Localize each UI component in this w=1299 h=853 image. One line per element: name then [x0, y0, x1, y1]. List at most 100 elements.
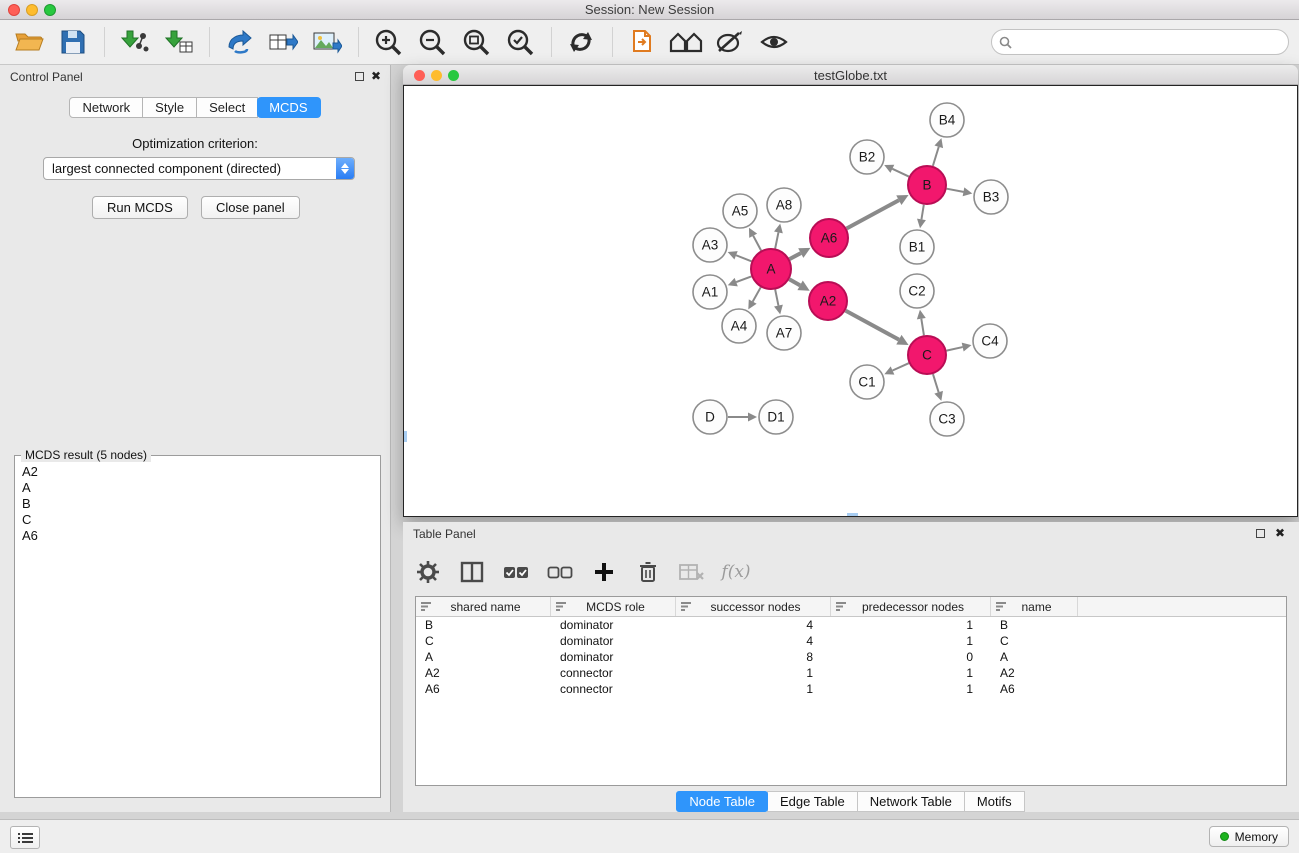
tab-motifs[interactable]: Motifs [964, 791, 1025, 812]
graph-edge-a-a2[interactable] [789, 279, 800, 285]
graph-node-a7[interactable]: A7 [767, 316, 801, 350]
result-item-a2[interactable]: A2 [17, 464, 378, 480]
export-table-button[interactable] [266, 25, 300, 59]
add-row-button[interactable] [589, 557, 619, 587]
column-header-name[interactable]: name [991, 597, 1078, 616]
graph-node-c3[interactable]: C3 [930, 402, 964, 436]
tab-network[interactable]: Network [69, 97, 143, 118]
export-network-button[interactable] [222, 25, 256, 59]
show-columns-button[interactable] [457, 557, 487, 587]
graph-node-a2[interactable]: A2 [809, 282, 847, 320]
graph-node-c1[interactable]: C1 [850, 365, 884, 399]
delete-table-button[interactable] [677, 557, 707, 587]
graph-node-c4[interactable]: C4 [973, 324, 1007, 358]
tab-edge-table[interactable]: Edge Table [767, 791, 858, 812]
duplicate-network-button[interactable] [625, 25, 659, 59]
refresh-button[interactable] [564, 25, 598, 59]
show-hide-graphics-button[interactable] [757, 25, 791, 59]
graph-edge-c-c3[interactable] [933, 374, 939, 392]
result-item-c[interactable]: C [17, 512, 378, 528]
column-header-mcds-role[interactable]: MCDS role [551, 597, 676, 616]
column-header-predecessor-nodes[interactable]: predecessor nodes [831, 597, 991, 616]
graph-node-b2[interactable]: B2 [850, 140, 884, 174]
close-panel-button[interactable]: Close panel [201, 196, 300, 219]
table-settings-button[interactable] [413, 557, 443, 587]
close-panel-icon[interactable]: ✖ [1275, 526, 1285, 540]
graph-edge-b-b3[interactable] [947, 189, 964, 192]
export-image-button[interactable] [310, 25, 344, 59]
close-panel-icon[interactable]: ✖ [371, 69, 381, 83]
apply-function-button[interactable]: f(x) [721, 557, 751, 587]
tab-style[interactable]: Style [143, 97, 197, 118]
table-row-a[interactable]: Adominator80A [416, 649, 1286, 665]
column-header-shared-name[interactable]: shared name [416, 597, 551, 616]
table-row-b[interactable]: Bdominator41B [416, 617, 1286, 633]
graph-node-d1[interactable]: D1 [759, 400, 793, 434]
table-row-a2[interactable]: A2connector11A2 [416, 665, 1286, 681]
table-row-a6[interactable]: A6connector11A6 [416, 681, 1286, 697]
style-wizard-button[interactable] [713, 25, 747, 59]
deselect-all-button[interactable] [545, 557, 575, 587]
result-item-a6[interactable]: A6 [17, 528, 378, 544]
tab-select[interactable]: Select [197, 97, 258, 118]
graph-node-b1[interactable]: B1 [900, 230, 934, 264]
search-field[interactable] [991, 29, 1289, 55]
zoom-in-button[interactable] [371, 25, 405, 59]
save-session-button[interactable] [56, 25, 90, 59]
network-canvas[interactable]: A A1 A2 A3 A4 A5 A6 A7 A8 B B1 B2 B3 B4 C C1 C2 C3 C4 D D1 [403, 85, 1298, 517]
optimization-criterion-select[interactable]: largest connected component (directed) [43, 157, 355, 180]
float-panel-icon[interactable] [355, 72, 364, 81]
tab-mcds[interactable]: MCDS [257, 97, 320, 118]
result-item-b[interactable]: B [17, 496, 378, 512]
graph-node-b[interactable]: B [908, 166, 946, 204]
graph-node-d[interactable]: D [693, 400, 727, 434]
import-table-button[interactable] [161, 25, 195, 59]
graph-edge-b-b1[interactable] [921, 205, 923, 220]
graph-edge-a-a6[interactable] [790, 253, 801, 259]
horizontal-scroll-indicator[interactable] [847, 513, 858, 516]
graph-edge-a6-b[interactable] [847, 200, 899, 228]
result-item-a[interactable]: A [17, 480, 378, 496]
graph-edge-b-b2[interactable] [892, 169, 909, 177]
zoom-out-button[interactable] [415, 25, 449, 59]
delete-row-button[interactable] [633, 557, 663, 587]
graph-edge-c-c2[interactable] [921, 319, 924, 336]
graph-node-b3[interactable]: B3 [974, 180, 1008, 214]
graph-edge-a-a7[interactable] [775, 290, 778, 306]
graph-node-a3[interactable]: A3 [693, 228, 727, 262]
vertical-scroll-indicator[interactable] [404, 431, 407, 442]
table-row-c[interactable]: Cdominator41C [416, 633, 1286, 649]
graph-node-c[interactable]: C [908, 336, 946, 374]
float-panel-icon[interactable] [1256, 529, 1265, 538]
zoom-fit-button[interactable] [459, 25, 493, 59]
graph-edge-a-a1[interactable] [736, 276, 751, 282]
search-input[interactable] [1012, 33, 1288, 51]
graph-node-a6[interactable]: A6 [810, 219, 848, 257]
zoom-selected-button[interactable] [503, 25, 537, 59]
task-history-button[interactable] [10, 826, 40, 849]
graph-node-b4[interactable]: B4 [930, 103, 964, 137]
graph-node-a5[interactable]: A5 [723, 194, 757, 228]
graph-edge-a-a4[interactable] [753, 287, 761, 301]
memory-button[interactable]: Memory [1209, 826, 1289, 847]
graph-node-a1[interactable]: A1 [693, 275, 727, 309]
open-file-button[interactable] [12, 25, 46, 59]
tab-network-table[interactable]: Network Table [857, 791, 965, 812]
import-network-button[interactable] [117, 25, 151, 59]
column-header-successor-nodes[interactable]: successor nodes [676, 597, 831, 616]
graph-edge-a-a8[interactable] [775, 232, 778, 248]
graph-edge-a2-c[interactable] [846, 311, 899, 340]
graph-edge-b-b4[interactable] [933, 147, 939, 166]
graph-node-a[interactable]: A [751, 249, 791, 289]
home-button[interactable] [669, 25, 703, 59]
run-mcds-button[interactable]: Run MCDS [92, 196, 188, 219]
graph-edge-c-c1[interactable] [893, 363, 909, 370]
graph-node-a8[interactable]: A8 [767, 188, 801, 222]
select-all-button[interactable] [501, 557, 531, 587]
graph-node-a4[interactable]: A4 [722, 309, 756, 343]
graph-edge-a-a3[interactable] [736, 255, 751, 261]
tab-node-table[interactable]: Node Table [676, 791, 768, 812]
graph-edge-a-a5[interactable] [753, 236, 761, 251]
graph-edge-c-c4[interactable] [947, 347, 963, 351]
graph-node-c2[interactable]: C2 [900, 274, 934, 308]
